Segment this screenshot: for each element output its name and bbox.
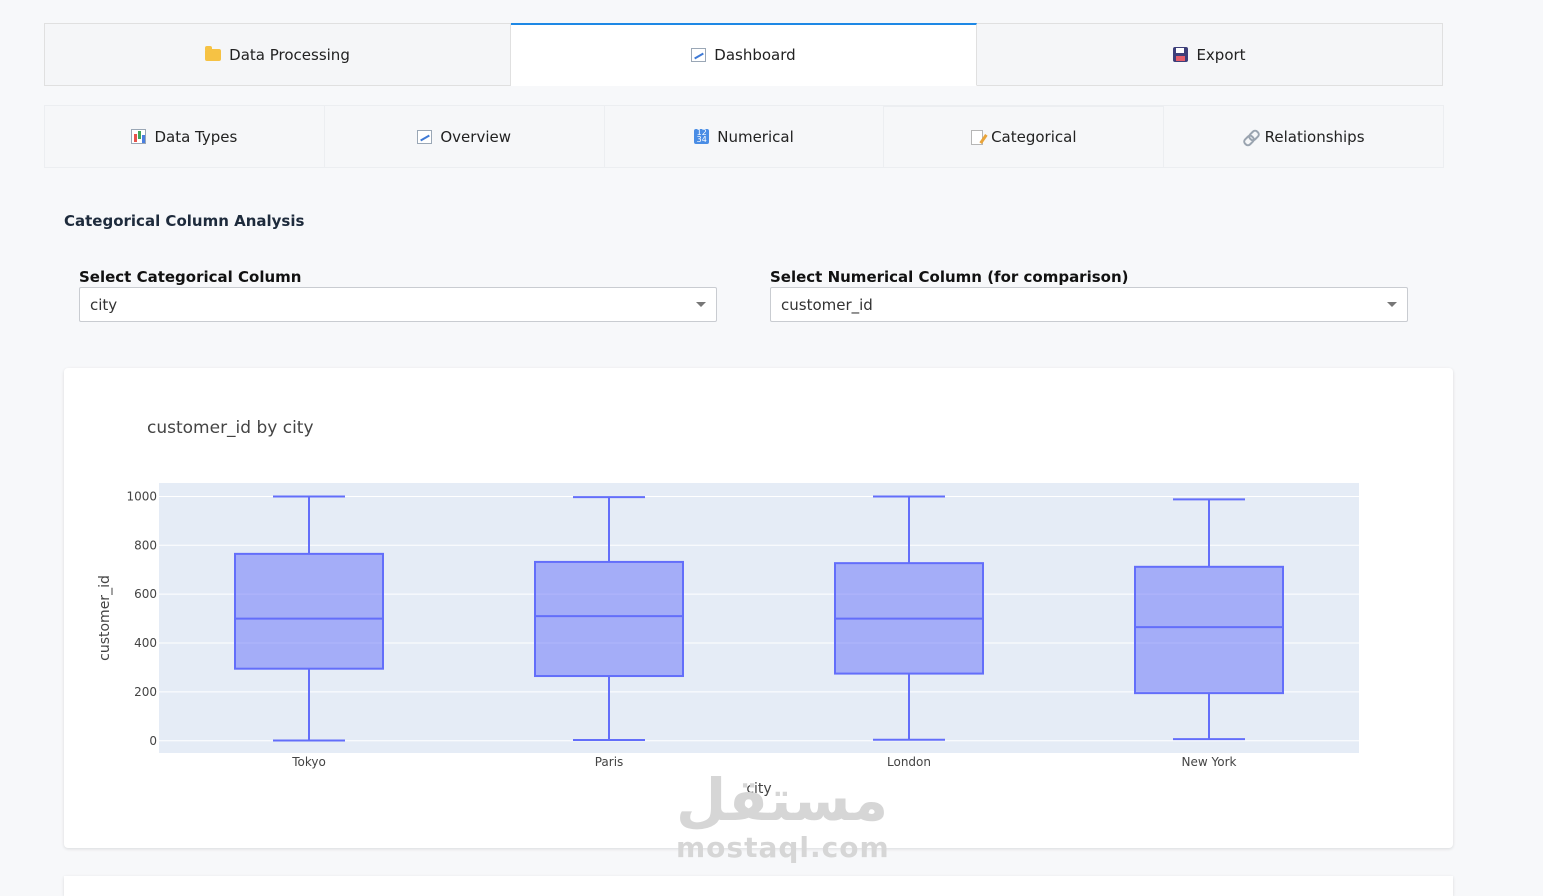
tab-numerical[interactable]: 12 34 Numerical xyxy=(604,105,885,168)
chart-icon xyxy=(691,48,707,62)
floppy-disk-icon xyxy=(1173,47,1189,62)
categorical-column-label: Select Categorical Column xyxy=(79,268,302,286)
folder-icon xyxy=(205,45,222,61)
tab-dashboard[interactable]: Dashboard xyxy=(511,23,977,86)
bar-chart-icon xyxy=(131,129,147,144)
watermark-latin: mostaql.com xyxy=(676,831,890,864)
y-tick-label: 1000 xyxy=(126,489,157,503)
tab-overview[interactable]: Overview xyxy=(324,105,605,168)
link-icon xyxy=(1243,130,1257,144)
watermark-arabic: مستقل xyxy=(676,766,889,834)
y-tick-label: 400 xyxy=(134,636,157,650)
categorical-column-select[interactable]: city xyxy=(79,287,717,322)
x-tick-label: Tokyo xyxy=(291,755,326,769)
numbers-icon: 12 34 xyxy=(694,129,710,144)
memo-icon xyxy=(971,129,984,145)
tab-data-processing[interactable]: Data Processing xyxy=(44,23,511,86)
sub-tab-bar: Data Types Overview 12 34 Numerical Categ… xyxy=(44,105,1444,168)
x-tick-label: Paris xyxy=(595,755,624,769)
box-tokyo xyxy=(234,552,384,670)
box-paris xyxy=(534,560,684,678)
box-new-york xyxy=(1134,565,1284,695)
watermark: مستقل mostaql.com xyxy=(676,766,890,864)
y-tick-label: 0 xyxy=(149,734,157,748)
tab-export[interactable]: Export xyxy=(977,23,1443,86)
x-tick-label: New York xyxy=(1182,755,1237,769)
tab-categorical[interactable]: Categorical xyxy=(884,105,1165,168)
tab-data-types[interactable]: Data Types xyxy=(44,105,325,168)
y-tick-label: 600 xyxy=(134,587,157,601)
numerical-column-value: customer_id xyxy=(781,295,873,314)
tab-relationships[interactable]: Relationships xyxy=(1164,105,1444,168)
main-tab-bar: Data Processing Dashboard Export xyxy=(44,23,1443,86)
x-tick-label: London xyxy=(887,755,931,769)
chart-icon xyxy=(417,129,433,144)
categorical-column-value: city xyxy=(90,295,118,314)
categorical-column-field: Select Categorical Column city xyxy=(79,268,717,322)
numerical-column-label: Select Numerical Column (for comparison) xyxy=(770,268,1129,286)
next-card xyxy=(64,876,1453,896)
numerical-column-select[interactable]: customer_id xyxy=(770,287,1408,322)
chart-title: customer_id by city xyxy=(147,418,314,438)
chevron-down-icon xyxy=(696,302,706,307)
chevron-down-icon xyxy=(1387,302,1397,307)
y-tick-label: 800 xyxy=(134,538,157,552)
section-title: Categorical Column Analysis xyxy=(64,212,305,230)
y-tick-label: 200 xyxy=(134,685,157,699)
numerical-column-field: Select Numerical Column (for comparison)… xyxy=(770,268,1408,322)
y-axis-label: customer_id xyxy=(97,575,113,661)
